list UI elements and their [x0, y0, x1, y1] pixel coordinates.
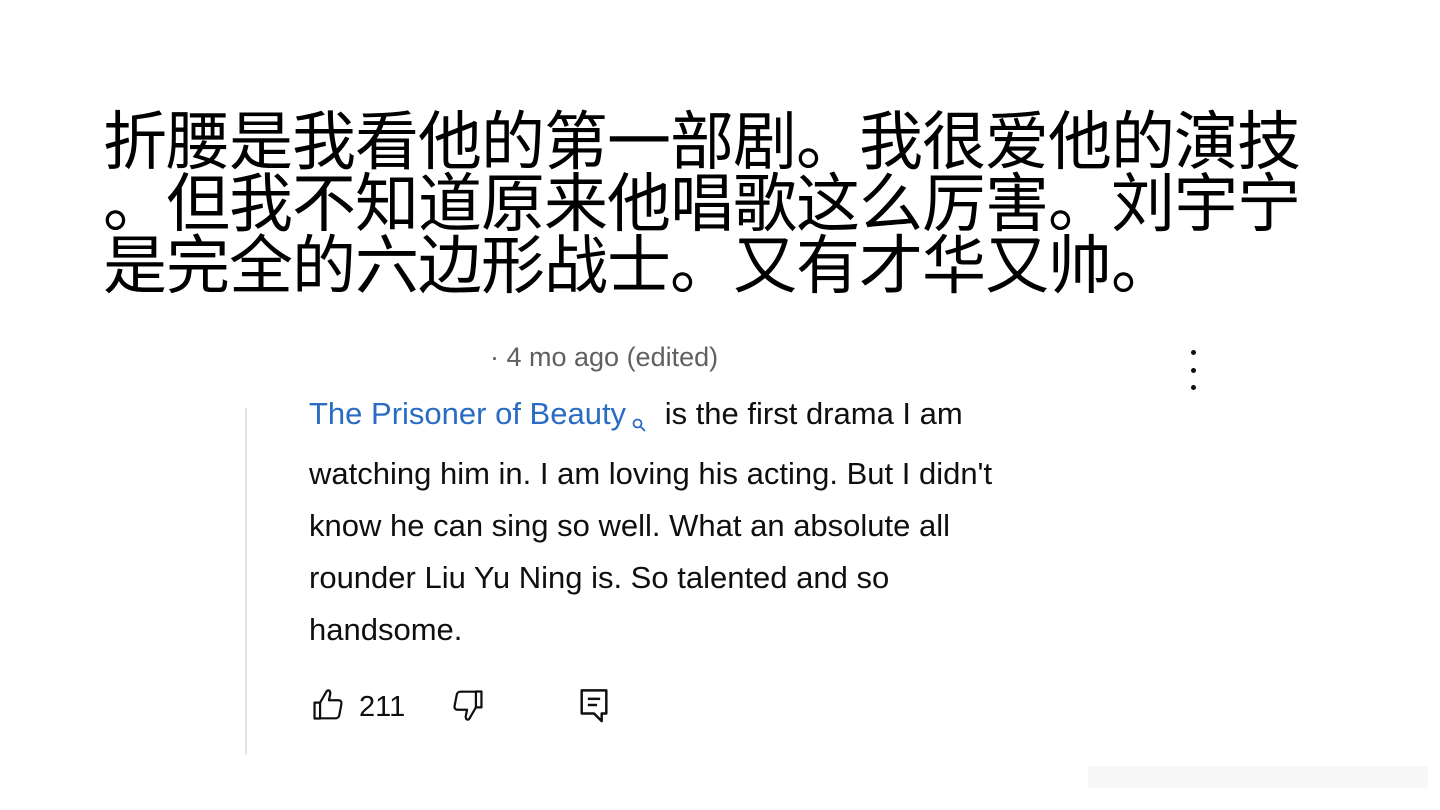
thread-line [245, 408, 247, 755]
comment-line-4: rounder Liu Yu Ning is. So talented and … [309, 560, 890, 595]
comment-timestamp: · 4 mo ago (edited) [490, 342, 719, 372]
like-count: 211 [359, 690, 406, 723]
comment-line-5: handsome. [309, 612, 463, 647]
thumbs-down-icon [449, 686, 487, 729]
dislike-button[interactable] [449, 686, 487, 729]
drama-title-link[interactable]: The Prisoner of Beauty [309, 396, 646, 432]
comment-line-1: The Prisoner of Beauty is the first dram… [309, 388, 1169, 448]
comment-line-2: watching him in. I am loving his acting.… [309, 456, 993, 491]
comment-meta: · 4 mo ago (edited) [490, 342, 718, 373]
more-vert-icon[interactable] [1182, 350, 1204, 390]
caption-text: 折腰是我看他的第一部剧。我很爱他的演技 。但我不知道原来他唱歌这么厉害。刘宇宁 … [103, 106, 1343, 304]
comment-body: The Prisoner of Beauty is the first dram… [309, 388, 1169, 656]
like-button[interactable]: 211 [309, 686, 405, 729]
reply-comment-icon [575, 685, 613, 730]
caption-line-3: 是完全的六边形战士。又有才华又帅。 [103, 230, 1175, 304]
comment-actions: 211 [309, 687, 613, 727]
comment-line-3: know he can sing so well. What an absolu… [309, 508, 951, 543]
comment-card: · 4 mo ago (edited) The Prisoner of Beau… [245, 330, 1225, 755]
thumbs-up-icon [309, 686, 347, 729]
caption-line-1: 折腰是我看他的第一部剧。我很爱他的演技 [103, 106, 1301, 180]
caption-line-2: 。但我不知道原来他唱歌这么厉害。刘宇宁 [103, 168, 1301, 242]
reply-button[interactable] [575, 685, 613, 730]
comment-line-1-tail: is the first drama I am [664, 396, 963, 431]
drama-title-text: The Prisoner of Beauty [309, 396, 627, 431]
watermark-graphic [1088, 766, 1428, 788]
search-icon [632, 396, 646, 448]
